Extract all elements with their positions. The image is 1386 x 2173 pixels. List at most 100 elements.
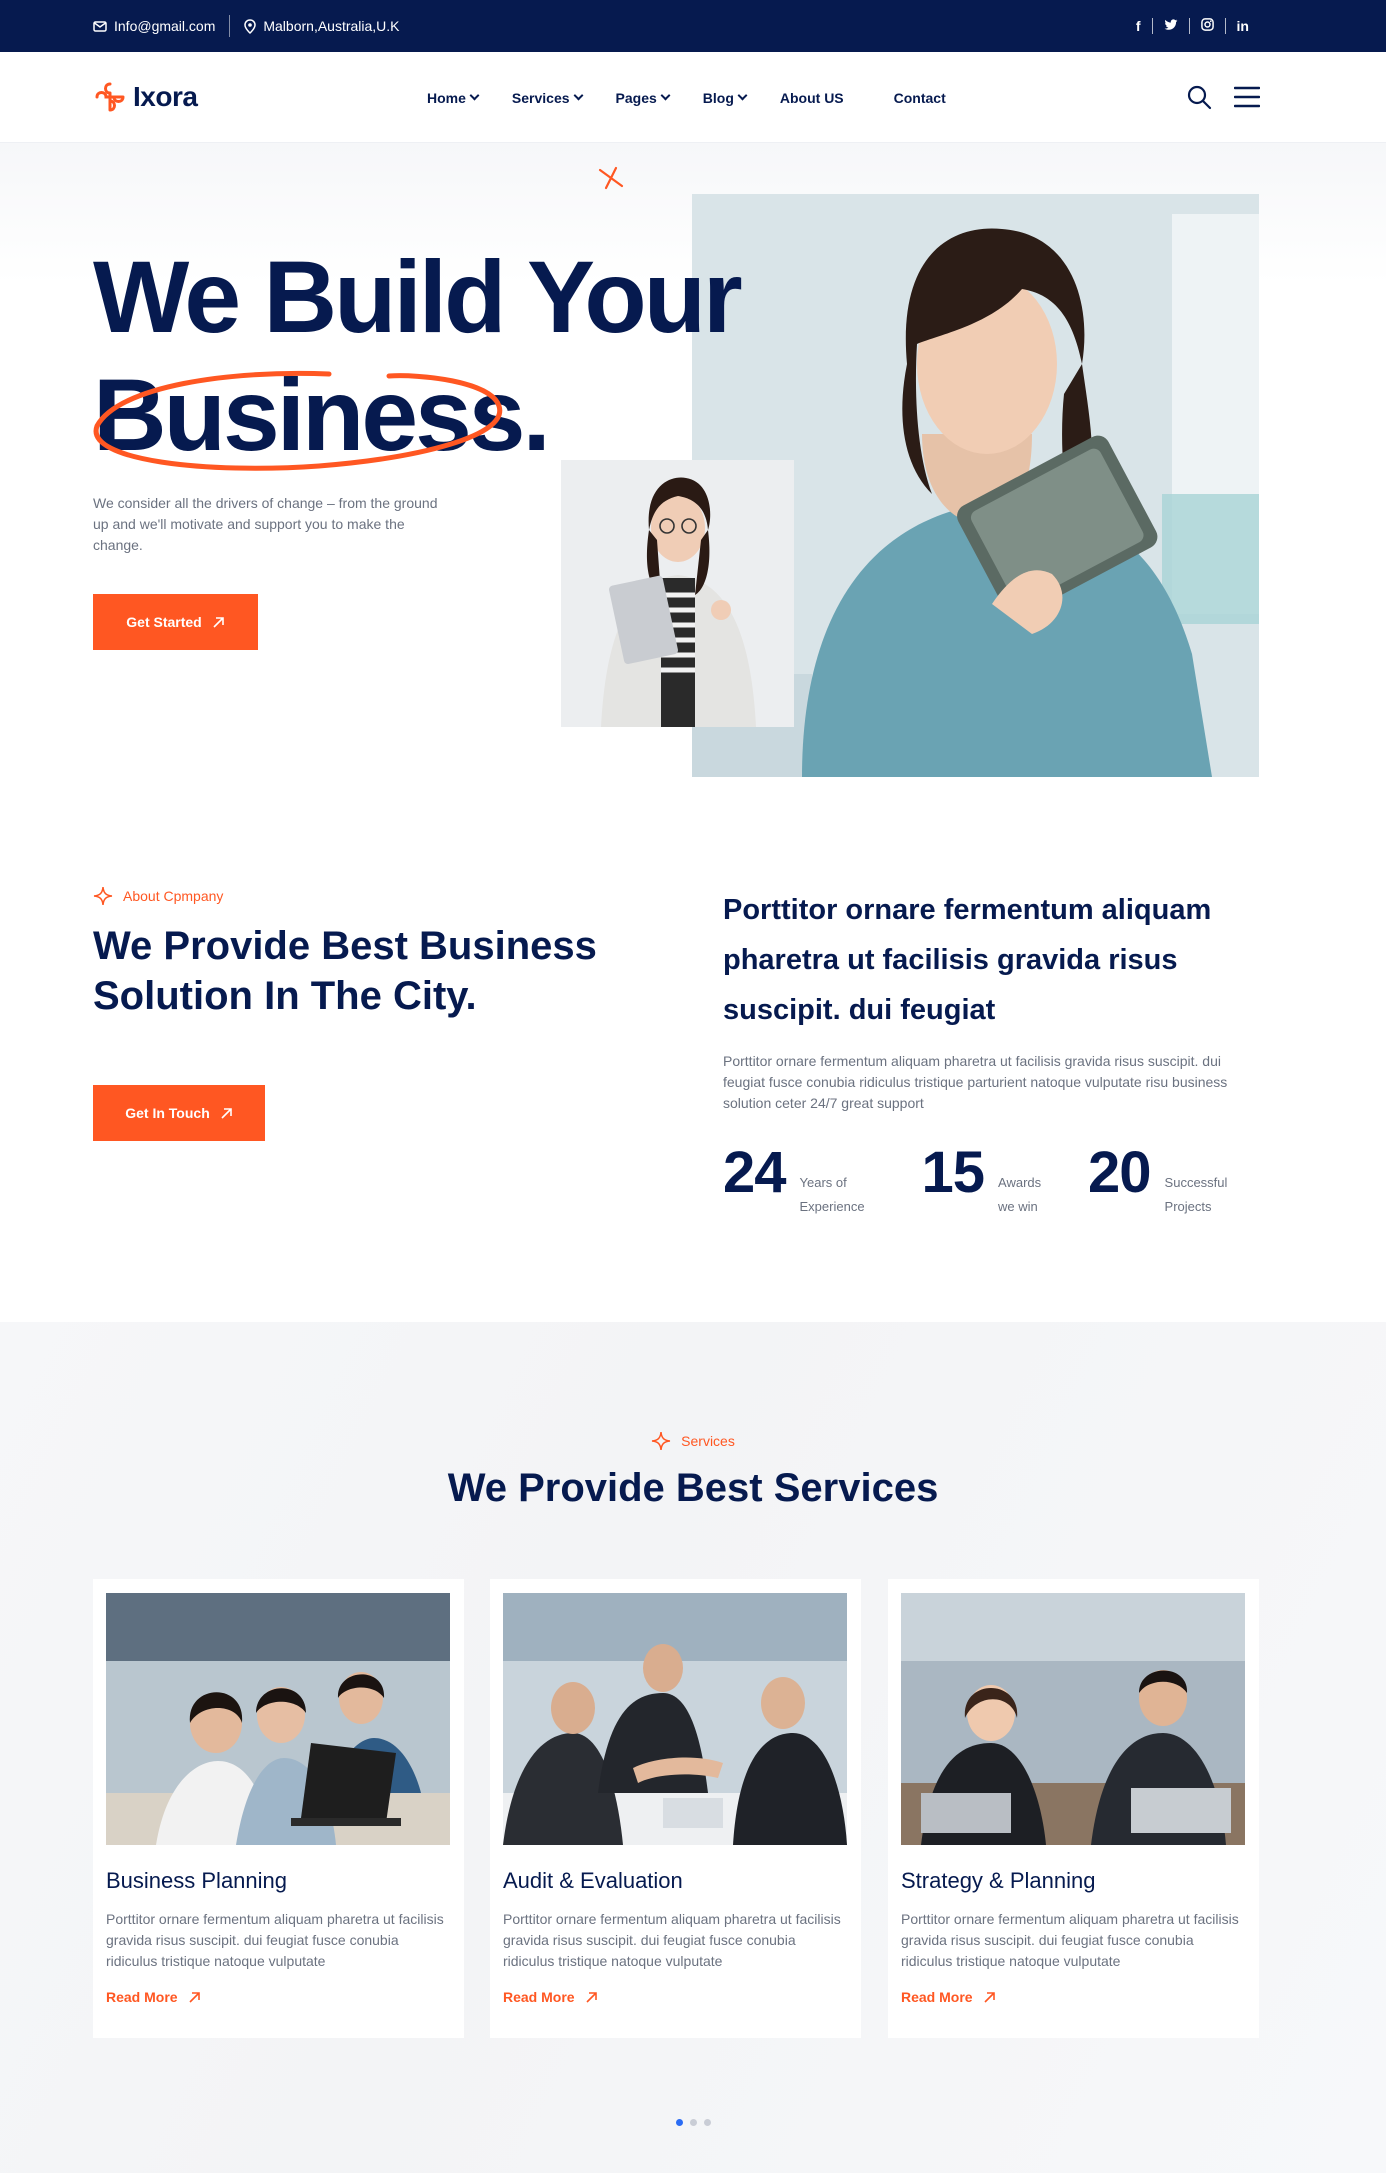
map-pin-icon xyxy=(244,18,257,34)
services-title: We Provide Best Services xyxy=(447,1466,939,1510)
chevron-down-icon xyxy=(469,90,480,101)
nav-label: Home xyxy=(427,89,466,106)
nav-label: About US xyxy=(779,89,844,106)
twitter-icon[interactable] xyxy=(1153,18,1189,34)
nav-label: Blog xyxy=(702,89,734,106)
read-more-link[interactable]: Read More xyxy=(503,1989,598,2005)
service-card[interactable]: Business Planning Porttitor ornare ferme… xyxy=(93,1579,464,2038)
service-card-photo xyxy=(106,1593,450,1845)
get-in-touch-label: Get In Touch xyxy=(125,1105,210,1121)
nav-menu: Home Services Pages Blog About US Contac… xyxy=(427,52,980,143)
facebook-icon[interactable]: f xyxy=(1125,18,1152,34)
chevron-down-icon xyxy=(573,90,583,101)
nav-item-services[interactable]: Services xyxy=(511,89,583,106)
stat-label-line1: Years of xyxy=(799,1175,847,1190)
get-started-label: Get Started xyxy=(126,614,202,630)
stat-awards: 15 Awards we win xyxy=(922,1143,1059,1219)
carousel-pagination xyxy=(0,2119,1386,2126)
hero-description: We consider all the drivers of change – … xyxy=(93,495,438,553)
arrow-up-right-icon xyxy=(213,616,224,628)
read-more-label: Read More xyxy=(503,1989,575,2005)
stat-label-line1: Successful xyxy=(1164,1175,1228,1190)
about-tag-text: About Cpmpany xyxy=(123,888,224,904)
about-tag: About Cpmpany xyxy=(93,886,223,906)
nav-actions xyxy=(1186,84,1260,110)
linkedin-icon[interactable]: in xyxy=(1226,18,1260,34)
stat-label: Awards we win xyxy=(998,1171,1058,1219)
stats-row: 24 Years of Experience 15 Awards we win 20… xyxy=(723,1143,1285,1219)
arrow-up-right-icon xyxy=(189,1991,200,2003)
nav-label: Pages xyxy=(615,89,657,106)
nav-item-contact[interactable]: Contact xyxy=(894,90,946,106)
about-right-title: Porttitor ornare fermentum aliquam phare… xyxy=(723,894,1212,1026)
stat-number: 15 xyxy=(921,1140,986,1205)
service-card-title: Business Planning xyxy=(106,1868,288,1893)
social-links: f in xyxy=(1125,0,1260,52)
nav-item-blog[interactable]: Blog xyxy=(702,89,748,106)
arrow-up-right-icon xyxy=(586,1991,597,2003)
service-card-description: Porttitor ornare fermentum aliquam phare… xyxy=(901,1911,1239,1969)
hero-title: We Build Your Business. xyxy=(93,238,743,474)
main-navbar: Ixora Home Services Pages Blog About US … xyxy=(0,52,1386,143)
read-more-label: Read More xyxy=(106,1989,178,2005)
service-card-title: Audit & Evaluation xyxy=(503,1868,683,1893)
spark-decoration-icon xyxy=(598,166,624,190)
envelope-icon xyxy=(93,21,107,32)
location-text: Malborn,Australia,U.K xyxy=(263,18,400,34)
scribble-circle-decoration xyxy=(93,370,503,471)
brand-name: Ixora xyxy=(133,81,198,112)
nav-label: Contact xyxy=(893,89,946,106)
stat-number: 24 xyxy=(723,1140,787,1205)
service-card-photo xyxy=(503,1593,847,1845)
stat-projects: 20 Successful Projects xyxy=(1088,1143,1245,1219)
divider xyxy=(229,15,231,37)
stat-number: 20 xyxy=(1088,1140,1152,1205)
read-more-link[interactable]: Read More xyxy=(106,1989,201,2005)
sparkle-icon xyxy=(652,1431,671,1451)
location-link[interactable]: Malborn,Australia,U.K xyxy=(244,18,400,34)
arrow-up-right-icon xyxy=(221,1107,232,1119)
nav-item-home[interactable]: Home xyxy=(427,89,480,106)
hero-secondary-photo xyxy=(561,460,794,727)
hamburger-menu-icon[interactable] xyxy=(1234,86,1260,108)
search-icon[interactable] xyxy=(1186,84,1212,110)
arrow-up-right-icon xyxy=(984,1991,995,2003)
logo-mark-icon xyxy=(95,82,125,112)
email-link[interactable]: Info@gmail.com xyxy=(93,18,215,34)
stat-label-line2: Experience xyxy=(799,1199,865,1214)
nav-item-pages[interactable]: Pages xyxy=(615,89,671,106)
stat-years: 24 Years of Experience xyxy=(723,1143,880,1219)
nav-item-about[interactable]: About US xyxy=(780,90,844,106)
pagination-dot[interactable] xyxy=(703,2119,711,2126)
services-tag: Services xyxy=(0,1431,1386,1451)
instagram-icon[interactable] xyxy=(1190,18,1225,34)
email-text: Info@gmail.com xyxy=(114,18,216,34)
sparkle-icon xyxy=(93,886,113,906)
service-card[interactable]: Strategy & Planning Porttitor ornare fer… xyxy=(888,1579,1259,2038)
services-tag-text: Services xyxy=(681,1433,735,1449)
contact-info: Info@gmail.com Malborn,Australia,U.K xyxy=(93,0,400,52)
get-in-touch-button[interactable]: Get In Touch xyxy=(93,1085,265,1141)
service-card[interactable]: Audit & Evaluation Porttitor ornare ferm… xyxy=(490,1579,861,2038)
read-more-link[interactable]: Read More xyxy=(901,1989,996,2005)
service-card-title: Strategy & Planning xyxy=(901,1868,1096,1893)
service-card-description: Porttitor ornare fermentum aliquam phare… xyxy=(106,1911,444,1969)
top-bar: Info@gmail.com Malborn,Australia,U.K f i… xyxy=(0,0,1386,52)
hero-title-line1: We Build Your xyxy=(93,240,743,354)
pagination-dot[interactable] xyxy=(689,2119,697,2126)
stat-label-line1: Awards xyxy=(998,1175,1042,1190)
nav-label: Services xyxy=(511,89,570,106)
logo[interactable]: Ixora xyxy=(93,80,198,114)
service-card-description: Porttitor ornare fermentum aliquam phare… xyxy=(503,1911,841,1969)
about-title: We Provide Best Business Solution In The… xyxy=(93,924,597,1018)
stat-label: Years of Experience xyxy=(800,1171,880,1219)
get-started-button[interactable]: Get Started xyxy=(93,594,258,650)
read-more-label: Read More xyxy=(901,1989,973,2005)
chevron-down-icon xyxy=(737,90,748,101)
about-right-description: Porttitor ornare fermentum aliquam phare… xyxy=(723,1053,1228,1111)
pagination-dot[interactable] xyxy=(675,2119,683,2126)
service-card-photo xyxy=(901,1593,1245,1845)
stat-label: Successful Projects xyxy=(1165,1171,1245,1219)
chevron-down-icon xyxy=(660,90,671,101)
stat-label-line2: Projects xyxy=(1164,1199,1212,1214)
